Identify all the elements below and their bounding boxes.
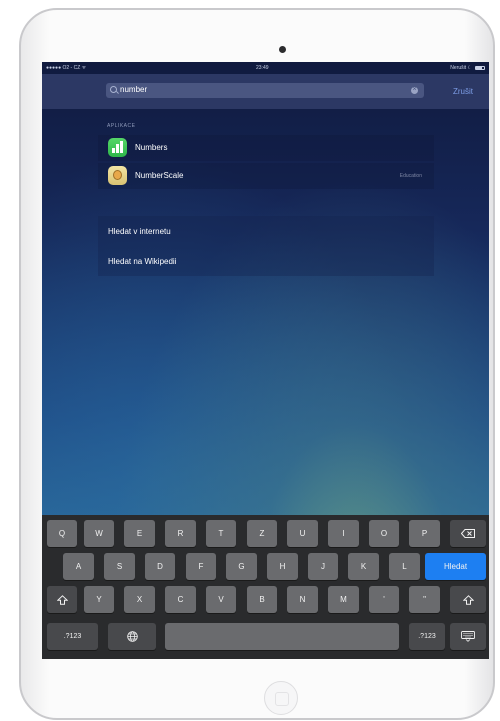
key-c[interactable]: C — [165, 586, 196, 613]
shift-key-left[interactable] — [47, 586, 77, 613]
clear-icon[interactable] — [411, 86, 418, 94]
key-q[interactable]: Q — [47, 520, 77, 547]
key-l[interactable]: L — [389, 553, 420, 580]
key-b[interactable]: B — [247, 586, 277, 613]
key-z[interactable]: Z — [247, 520, 277, 547]
key-t[interactable]: T — [206, 520, 236, 547]
shift-icon — [462, 594, 474, 605]
globe-key[interactable] — [108, 623, 156, 650]
keyboard: Q W E R T Z U I O P A S D F G H J K L Hl… — [42, 515, 489, 659]
key-j[interactable]: J — [308, 553, 338, 580]
key-quote[interactable]: " — [409, 586, 440, 613]
cancel-button[interactable]: Zrušit — [453, 87, 473, 96]
hide-keyboard-icon — [461, 631, 475, 642]
key-s[interactable]: S — [104, 553, 135, 580]
key-x[interactable]: X — [124, 586, 155, 613]
front-camera — [279, 46, 286, 53]
shift-key-right[interactable] — [450, 586, 486, 613]
key-d[interactable]: D — [145, 553, 175, 580]
search-web-button[interactable]: Hledat v internetu — [108, 227, 171, 236]
search-query: number — [120, 85, 148, 94]
do-not-disturb-label: Nerušit ☾ — [450, 65, 472, 71]
key-o[interactable]: O — [369, 520, 399, 547]
app-name: NumberScale — [135, 171, 184, 180]
key-a[interactable]: A — [63, 553, 94, 580]
key-r[interactable]: R — [165, 520, 196, 547]
search-input[interactable]: number — [106, 83, 424, 98]
key-g[interactable]: G — [226, 553, 257, 580]
screen: ●●●●● O2 - CZ ᯤ 23:49 Nerušit ☾ number Z… — [42, 62, 489, 659]
home-button[interactable] — [264, 681, 298, 715]
globe-icon — [126, 631, 138, 642]
numbers-app-icon — [108, 138, 127, 157]
shift-icon — [56, 594, 68, 605]
app-category: Education — [399, 173, 422, 179]
key-u[interactable]: U — [287, 520, 318, 547]
app-name: Numbers — [135, 143, 168, 152]
key-f[interactable]: F — [186, 553, 216, 580]
section-header-apps: APLIKACE — [107, 123, 136, 129]
status-right: Nerušit ☾ — [450, 65, 485, 71]
search-bar: number Zrušit — [42, 74, 489, 109]
result-numberscale[interactable]: NumberScale Education — [98, 163, 434, 189]
key-apostrophe[interactable]: ' — [369, 586, 399, 613]
result-numbers[interactable]: Numbers — [98, 135, 434, 161]
numbers-key-left[interactable]: .?123 — [47, 623, 98, 650]
key-e[interactable]: E — [124, 520, 155, 547]
status-bar: ●●●●● O2 - CZ ᯤ 23:49 Nerušit ☾ — [42, 62, 489, 74]
carrier-label: ●●●●● O2 - CZ ᯤ — [46, 65, 87, 71]
backspace-icon — [461, 529, 475, 538]
backspace-key[interactable] — [450, 520, 486, 547]
web-search-actions: Hledat v internetu Hledat na Wikipedii — [98, 216, 434, 276]
clock: 23:49 — [256, 65, 269, 71]
key-y[interactable]: Y — [84, 586, 114, 613]
key-w[interactable]: W — [84, 520, 114, 547]
space-key[interactable] — [165, 623, 399, 650]
key-i[interactable]: I — [328, 520, 359, 547]
key-k[interactable]: K — [348, 553, 379, 580]
key-v[interactable]: V — [206, 586, 236, 613]
search-icon — [110, 86, 117, 93]
search-wikipedia-button[interactable]: Hledat na Wikipedii — [108, 257, 176, 266]
numberscale-app-icon — [108, 166, 127, 185]
hide-keyboard-key[interactable] — [450, 623, 486, 650]
key-m[interactable]: M — [328, 586, 359, 613]
key-p[interactable]: P — [409, 520, 440, 547]
battery-icon — [475, 66, 485, 70]
key-n[interactable]: N — [287, 586, 318, 613]
numbers-key-right[interactable]: .?123 — [409, 623, 445, 650]
search-return-key[interactable]: Hledat — [425, 553, 486, 580]
key-h[interactable]: H — [267, 553, 298, 580]
